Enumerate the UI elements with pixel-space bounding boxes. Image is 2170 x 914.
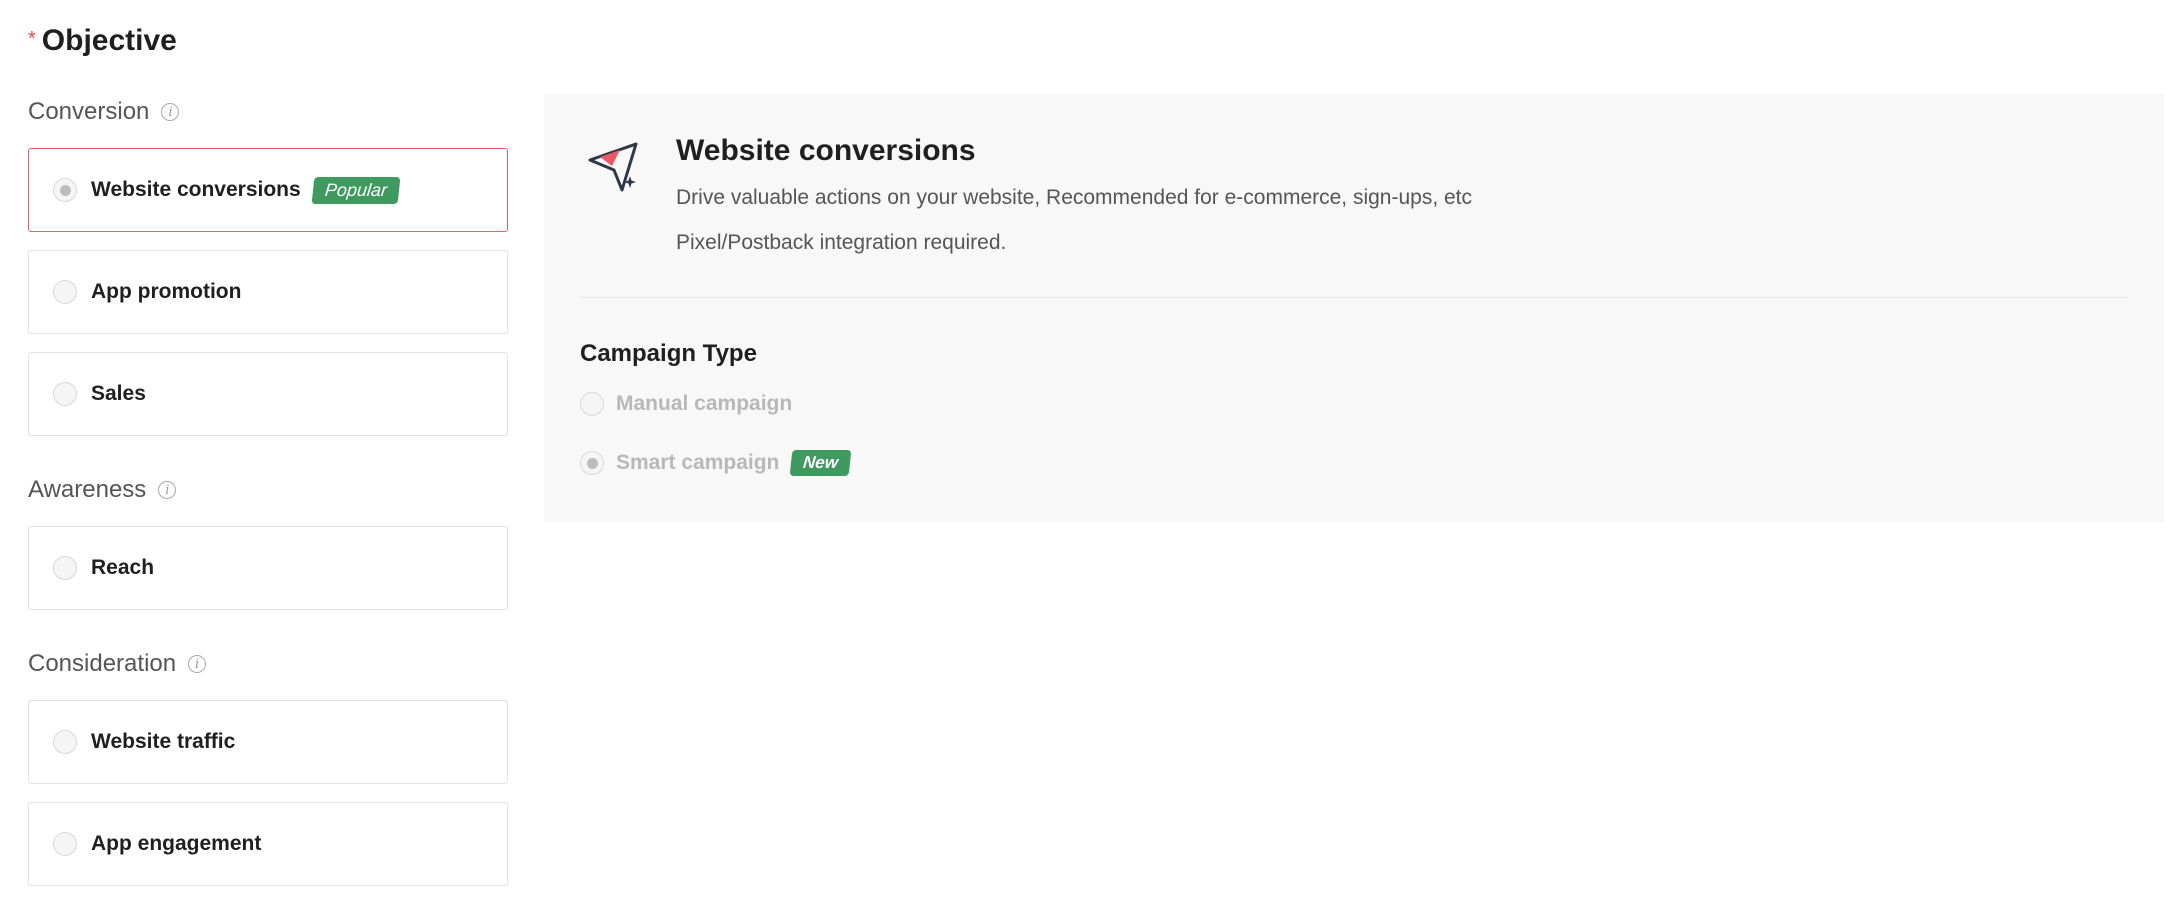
popular-badge: Popular: [311, 176, 401, 204]
option-website-traffic[interactable]: Website traffic: [28, 700, 508, 784]
campaign-option-manual[interactable]: Manual campaign: [580, 392, 792, 416]
radio-button[interactable]: [53, 832, 77, 856]
group-label-conversion: Conversion i: [28, 98, 180, 126]
option-label: Reach: [91, 556, 155, 579]
divider: [580, 297, 2128, 298]
radio-button[interactable]: [53, 730, 77, 754]
option-app-promotion[interactable]: App promotion: [28, 250, 508, 334]
objective-detail-panel: Website conversions Drive valuable actio…: [544, 94, 2164, 522]
info-icon[interactable]: i: [188, 655, 207, 673]
option-label: Sales: [91, 382, 146, 405]
required-mark: *: [28, 28, 36, 50]
radio-button[interactable]: [53, 556, 77, 580]
campaign-option-label: Smart campaign: [616, 451, 780, 474]
option-label: App engagement: [91, 832, 262, 855]
campaign-option-smart[interactable]: Smart campaign New: [580, 450, 852, 476]
group-label-text: Conversion: [28, 98, 150, 125]
option-label: Website conversions: [91, 178, 301, 201]
new-badge: New: [790, 450, 852, 476]
campaign-type-heading: Campaign Type: [580, 340, 757, 367]
radio-button[interactable]: [53, 382, 77, 406]
group-label-consideration: Consideration i: [28, 650, 207, 678]
group-label-text: Consideration: [28, 650, 177, 677]
radio-button[interactable]: [580, 451, 604, 475]
detail-requirement: Pixel/Postback integration required.: [676, 231, 1007, 254]
page-title-text: Objective: [41, 24, 177, 57]
group-label-text: Awareness: [28, 476, 147, 503]
option-website-conversions[interactable]: Website conversions Popular: [28, 148, 508, 232]
option-label: App promotion: [91, 280, 242, 303]
option-app-engagement[interactable]: App engagement: [28, 802, 508, 886]
option-label: Website traffic: [91, 730, 236, 753]
detail-description: Drive valuable actions on your website, …: [676, 186, 1473, 209]
radio-button[interactable]: [53, 178, 77, 202]
group-label-awareness: Awareness i: [28, 476, 177, 504]
page-title: * Objective: [28, 24, 177, 58]
radio-button[interactable]: [53, 280, 77, 304]
radio-button[interactable]: [580, 392, 604, 416]
option-reach[interactable]: Reach: [28, 526, 508, 610]
info-icon[interactable]: i: [161, 103, 180, 121]
paper-plane-icon: [588, 142, 638, 192]
detail-title: Website conversions: [676, 134, 976, 167]
option-sales[interactable]: Sales: [28, 352, 508, 436]
campaign-option-label: Manual campaign: [616, 392, 793, 415]
info-icon[interactable]: i: [158, 481, 177, 499]
